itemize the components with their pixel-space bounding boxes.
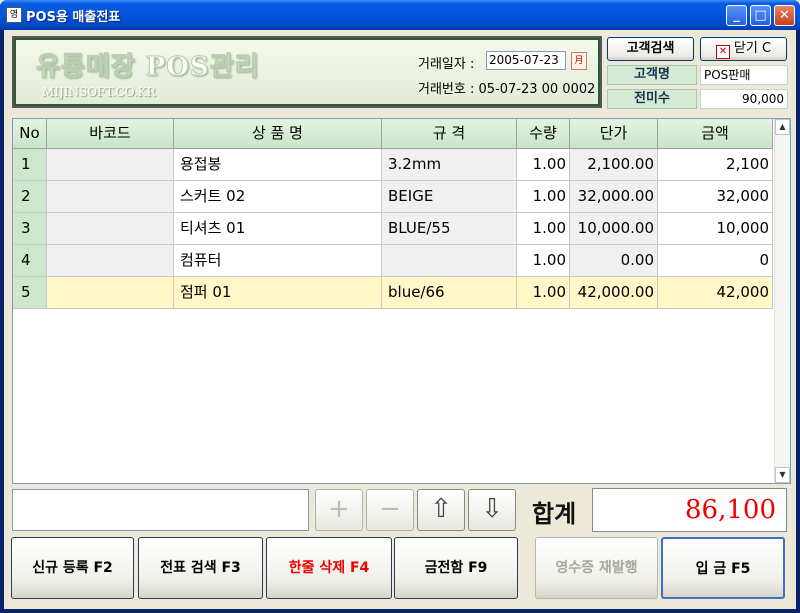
row-no: 4 (13, 245, 47, 277)
logo-subtitle: MIJINSOFT.CO.KR (42, 85, 156, 99)
row-barcode[interactable] (47, 149, 174, 181)
trade-date-input[interactable]: 2005-07-23 (486, 51, 566, 70)
scroll-down-icon[interactable]: ▼ (775, 467, 790, 483)
logo-inner: 유통매장 POS관리 MIJINSOFT.CO.KR 거래일자 : 2005-0… (16, 40, 598, 104)
deposit-button[interactable]: 입 금 F5 (661, 537, 785, 599)
row-product-name[interactable]: 점퍼 01 (174, 277, 382, 309)
row-amount[interactable]: 2,100 (658, 149, 773, 181)
vertical-scrollbar[interactable]: ▲ ▼ (774, 119, 790, 483)
plus-button[interactable]: + (315, 489, 363, 531)
row-product-name[interactable]: 컴퓨터 (174, 245, 382, 277)
header-no[interactable]: No (13, 119, 47, 149)
customer-search-button[interactable]: 고객검색 (607, 37, 694, 61)
scroll-up-icon[interactable]: ▲ (775, 119, 790, 135)
table-row[interactable]: 3 티셔츠 01 BLUE/55 1.00 10,000.00 10,000 (13, 213, 773, 245)
row-qty[interactable]: 1.00 (517, 181, 570, 213)
close-window-button[interactable]: ✕ (774, 5, 795, 26)
logo-title: 유통매장 POS관리 (36, 52, 260, 83)
barcode-entry-input[interactable] (12, 489, 309, 531)
logo-panel: 유통매장 POS관리 MIJINSOFT.CO.KR 거래일자 : 2005-0… (12, 36, 602, 108)
search-slip-button[interactable]: 전표 검색 F3 (138, 537, 263, 599)
row-qty[interactable]: 1.00 (517, 245, 570, 277)
header-amount[interactable]: 금액 (658, 119, 773, 149)
app-window: 영 POS용 매출전표 _ □ ✕ 유통매장 POS관리 MIJINSOFT.C… (0, 0, 800, 613)
header-price[interactable]: 단가 (570, 119, 658, 149)
row-qty[interactable]: 1.00 (517, 149, 570, 181)
total-label: 합계 (532, 500, 577, 528)
row-barcode[interactable] (47, 213, 174, 245)
reprint-receipt-button[interactable]: 영수증 재발행 (535, 537, 658, 599)
app-icon: 영 (6, 7, 22, 23)
row-product-name[interactable]: 용접봉 (174, 149, 382, 181)
row-no: 3 (13, 213, 47, 245)
trade-number: 거래번호 : 05-07-23 00 0002 (418, 82, 596, 97)
row-qty[interactable]: 1.00 (517, 213, 570, 245)
minimize-button[interactable]: _ (726, 5, 747, 26)
row-barcode[interactable] (47, 245, 174, 277)
row-price[interactable]: 0.00 (570, 245, 658, 277)
unpaid-label: 전미수 (607, 89, 697, 109)
header-product-name[interactable]: 상 품 명 (174, 119, 382, 149)
row-no: 2 (13, 181, 47, 213)
grid-header: No 바코드 상 품 명 규 격 수량 단가 금액 (13, 119, 773, 149)
client-area: 유통매장 POS관리 MIJINSOFT.CO.KR 거래일자 : 2005-0… (4, 30, 796, 609)
row-amount[interactable]: 42,000 (658, 277, 773, 309)
total-amount: 86,100 (592, 488, 787, 532)
customer-name-label: 고객명 (607, 65, 697, 85)
row-barcode[interactable] (47, 277, 174, 309)
customer-name-field[interactable]: POS판매 (700, 65, 788, 85)
table-row-selected[interactable]: 5 점퍼 01 blue/66 1.00 42,000.00 42,000 (13, 277, 773, 309)
minus-button[interactable]: − (366, 489, 414, 531)
title-bar[interactable]: 영 POS용 매출전표 _ □ ✕ (0, 0, 800, 30)
delete-row-button[interactable]: 한줄 삭제 F4 (266, 537, 392, 599)
row-qty[interactable]: 1.00 (517, 277, 570, 309)
grid-body: 1 용접봉 3.2mm 1.00 2,100.00 2,100 2 스커트 02… (13, 149, 773, 309)
row-spec[interactable]: BEIGE (382, 181, 517, 213)
row-amount[interactable]: 0 (658, 245, 773, 277)
row-product-name[interactable]: 티셔츠 01 (174, 213, 382, 245)
sales-grid[interactable]: No 바코드 상 품 명 규 격 수량 단가 금액 1 용접봉 3.2mm 1.… (12, 118, 791, 484)
table-row[interactable]: 4 컴퓨터 1.00 0.00 0 (13, 245, 773, 277)
calendar-icon[interactable]: 月 (571, 52, 587, 70)
header-barcode[interactable]: 바코드 (47, 119, 174, 149)
row-spec[interactable]: 3.2mm (382, 149, 517, 181)
maximize-button[interactable]: □ (750, 5, 771, 26)
trade-date-label: 거래일자 : (418, 57, 475, 72)
row-price[interactable]: 10,000.00 (570, 213, 658, 245)
row-amount[interactable]: 10,000 (658, 213, 773, 245)
row-no: 1 (13, 149, 47, 181)
row-no: 5 (13, 277, 47, 309)
down-arrow-button[interactable]: ⇩ (468, 489, 516, 531)
header-spec[interactable]: 규 격 (382, 119, 517, 149)
header-qty[interactable]: 수량 (517, 119, 570, 149)
new-register-button[interactable]: 신규 등록 F2 (11, 537, 134, 599)
unpaid-field: 90,000 (700, 89, 788, 109)
window-title: POS용 매출전표 (26, 10, 121, 25)
row-spec[interactable]: blue/66 (382, 277, 517, 309)
close-button-label: 닫기 C (733, 41, 772, 56)
up-arrow-button[interactable]: ⇧ (417, 489, 465, 531)
table-row[interactable]: 2 스커트 02 BEIGE 1.00 32,000.00 32,000 (13, 181, 773, 213)
row-barcode[interactable] (47, 181, 174, 213)
table-row[interactable]: 1 용접봉 3.2mm 1.00 2,100.00 2,100 (13, 149, 773, 181)
row-spec[interactable]: BLUE/55 (382, 213, 517, 245)
row-amount[interactable]: 32,000 (658, 181, 773, 213)
row-spec[interactable] (382, 245, 517, 277)
close-icon: ✕ (715, 45, 730, 59)
row-price[interactable]: 32,000.00 (570, 181, 658, 213)
cash-drawer-button[interactable]: 금전함 F9 (394, 537, 518, 599)
row-product-name[interactable]: 스커트 02 (174, 181, 382, 213)
row-price[interactable]: 2,100.00 (570, 149, 658, 181)
close-button[interactable]: ✕ 닫기 C (700, 37, 787, 61)
row-price[interactable]: 42,000.00 (570, 277, 658, 309)
